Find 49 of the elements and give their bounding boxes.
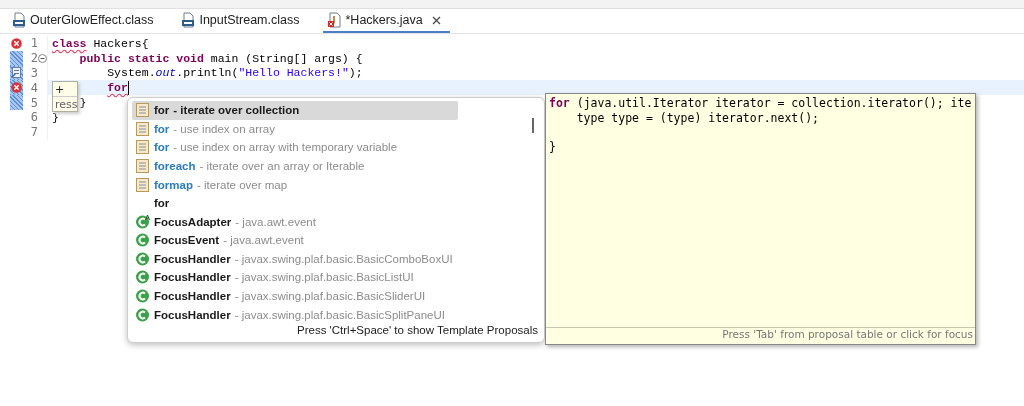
editor-tab[interactable]: OuterGlowEffect.class <box>8 9 162 33</box>
template-preview: for (java.util.Iterator iterator = collection.iterator(); ite type type = (type) iterator.next(); } <box>548 95 973 156</box>
proposal-item[interactable]: for <box>132 193 458 213</box>
editor-tab[interactable]: *Hackers.java <box>323 9 450 33</box>
close-icon[interactable] <box>430 14 442 26</box>
editor-tab[interactable]: InputStream.class <box>177 9 308 33</box>
proposal-item[interactable]: foreach - iterate over an array or Iterable <box>132 156 458 176</box>
java-file-error-icon <box>327 12 342 28</box>
proposal-item[interactable]: for - use index on array <box>132 119 458 139</box>
class-file-icon <box>12 12 26 28</box>
class-file-icon <box>181 12 196 28</box>
proposal-item[interactable]: FocusHandler - javax.swing.plaf.basic.BasicSliderUI <box>132 286 458 306</box>
template-icon <box>135 176 150 193</box>
line-number: 3 <box>29 66 38 80</box>
line-number: 5 <box>29 95 38 110</box>
code-line: } <box>79 96 87 110</box>
scrollbar-thumb[interactable] <box>532 118 534 133</box>
line-number: 4 <box>29 80 38 95</box>
class-icon <box>135 232 150 249</box>
abstract-class-icon <box>135 213 150 230</box>
hint-text: Press 'Tab' from proposal table or click for focus <box>546 327 975 344</box>
proposal-item[interactable]: FocusAdapter - java.awt.event <box>132 212 458 232</box>
proposal-item[interactable]: formap - iterate over map <box>132 175 458 194</box>
template-icon <box>135 158 150 174</box>
class-icon <box>135 269 150 286</box>
collapse-icon[interactable] <box>38 53 47 63</box>
proposal-item[interactable]: FocusHandler - javax.swing.plaf.basic.BasicSplitPaneUI <box>132 305 458 324</box>
code-line: System.out.println("Hello Hackers!"); <box>107 66 363 80</box>
code-line: } <box>52 110 59 124</box>
template-icon <box>135 139 150 156</box>
proposal-item[interactable]: FocusHandler - javax.swing.plaf.basic.BasicComboBoxUI <box>132 249 458 269</box>
proposal-item[interactable]: FocusHandler - javax.swing.plaf.basic.BasicListUI <box>132 268 458 287</box>
line-number: 2 <box>29 51 38 66</box>
hover-tooltip: + ress <box>52 81 78 112</box>
proposal-item[interactable]: for - iterate over collection <box>132 101 458 120</box>
class-icon <box>135 250 150 267</box>
hint-text: Press 'Ctrl+Space' to show Template Proposals <box>296 324 539 338</box>
template-icon <box>135 102 150 119</box>
code-line: class Hackers{ <box>52 36 149 50</box>
code-line: public static void main (String[] args) { <box>79 51 363 65</box>
line-number: 1 <box>29 36 38 51</box>
class-icon <box>135 306 150 323</box>
line-number: 6 <box>29 110 38 125</box>
template-icon <box>135 120 150 137</box>
line-number: 7 <box>29 125 38 140</box>
proposal-item[interactable]: for - use index on array with temporary variable <box>132 138 458 157</box>
code-line: for <box>107 80 129 95</box>
proposal-item[interactable]: FocusEvent - java.awt.event <box>132 231 458 250</box>
class-icon <box>135 288 150 305</box>
